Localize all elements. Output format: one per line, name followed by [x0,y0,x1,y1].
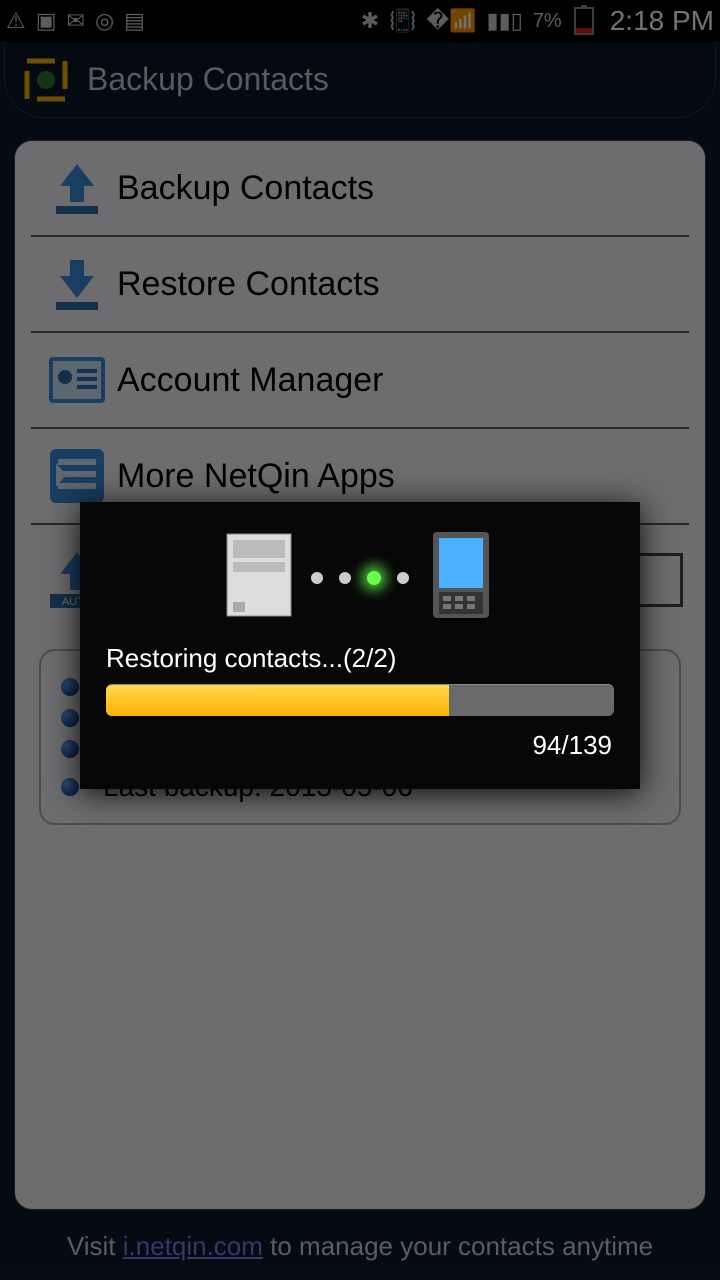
dot-icon [311,572,323,584]
dialog-transfer-graphic [98,530,622,625]
progress-count: 94/139 [108,730,612,761]
dot-active-icon [367,571,381,585]
server-icon [223,530,295,625]
dialog-status-text: Restoring contacts...(2/2) [106,643,614,674]
phone-icon [425,530,497,625]
dot-icon [397,572,409,584]
progress-bar [106,684,614,716]
progress-bar-fill [106,685,449,716]
restore-progress-dialog: Restoring contacts...(2/2) 94/139 [80,502,640,789]
dot-icon [339,572,351,584]
